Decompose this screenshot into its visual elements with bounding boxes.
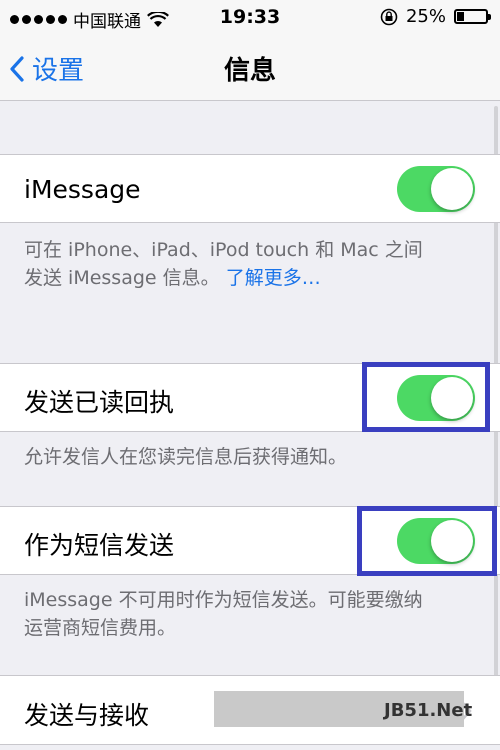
imessage-footnote: 可在 iPhone、iPad、iPod touch 和 Mac 之间 发送 iM…: [24, 236, 474, 292]
read-receipts-footnote: 允许发信人在您读完信息后获得通知。: [24, 446, 348, 468]
imessage-footnote-line1: 可在 iPhone、iPad、iPod touch 和 Mac 之间: [24, 239, 423, 261]
learn-more-link[interactable]: 了解更多…: [226, 267, 321, 289]
send-as-sms-footnote-line2: 运营商短信费用。: [24, 617, 177, 639]
status-right: 25%: [380, 6, 491, 27]
battery-icon: [454, 9, 491, 24]
highlight-box: [362, 362, 490, 432]
read-receipts-label: 发送已读回执: [24, 388, 175, 417]
toggle-knob: [431, 168, 473, 210]
send-receive-label: 发送与接收: [24, 701, 150, 730]
send-as-sms-footnote: iMessage 不可用时作为短信发送。可能要缴纳 运营商短信费用。: [24, 586, 474, 642]
navigation-bar: 设置 信息: [0, 36, 500, 101]
imessage-footnote-line2: 发送 iMessage 信息。 了解更多…: [24, 267, 321, 289]
imessage-toggle[interactable]: [397, 166, 475, 212]
page-title: 信息: [223, 56, 276, 86]
imessage-label: iMessage: [24, 175, 141, 204]
battery-level: [457, 12, 464, 21]
orientation-lock-icon: [380, 8, 398, 25]
battery-percent: 25%: [405, 6, 446, 27]
imessage-cell[interactable]: iMessage: [0, 154, 500, 223]
send-as-sms-footnote-line1: iMessage 不可用时作为短信发送。可能要缴纳: [24, 589, 423, 611]
status-bar: 中国联通 19:33 25%: [0, 0, 500, 36]
send-as-sms-label: 作为短信发送: [24, 531, 175, 560]
highlight-box: [357, 506, 497, 576]
watermark-text: JB51.Net: [384, 700, 473, 721]
